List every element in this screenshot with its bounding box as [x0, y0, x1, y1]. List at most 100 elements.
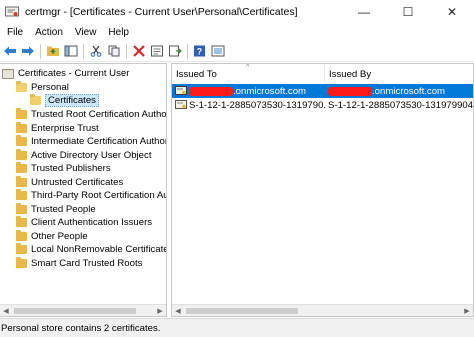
minimize-button[interactable]: —	[342, 0, 386, 24]
properties-icon[interactable]	[149, 43, 165, 59]
status-text: Personal store contains 2 certificates.	[1, 322, 161, 334]
tree-item-store[interactable]: Untrusted Certificates	[16, 175, 124, 190]
folder-icon	[16, 202, 27, 214]
issued-by-cell: S-1-12-1-2885073530-1319799042...	[328, 99, 473, 111]
folder-icon	[16, 162, 27, 174]
tree-item-store[interactable]: Third-Party Root Certification Aut	[16, 189, 167, 203]
folder-icon	[16, 148, 27, 160]
toolbar-separator	[83, 43, 84, 59]
menu-help[interactable]: Help	[102, 27, 135, 38]
column-header-label: Issued By	[329, 69, 372, 80]
redacted-name	[328, 86, 372, 96]
cut-icon[interactable]	[88, 43, 104, 59]
certmgr-app-icon	[5, 6, 19, 18]
certificate-list-pane: Issued To ^ Issued By .onmicrosoft.com .…	[171, 63, 474, 317]
tree-item-label: Smart Card Trusted Roots	[31, 257, 143, 269]
issued-to-cell: .onmicrosoft.com	[233, 85, 307, 97]
tree-pane: Certificates - Current User Personal Cer…	[0, 63, 167, 317]
sort-ascending-icon: ^	[246, 64, 250, 71]
tree-item-label: Local NonRemovable Certificates	[31, 244, 167, 256]
menu-file[interactable]: File	[1, 27, 29, 38]
delete-icon[interactable]	[131, 43, 147, 59]
tree-item-label: Certificates	[45, 94, 99, 108]
up-folder-icon[interactable]	[45, 43, 61, 59]
folder-icon	[16, 243, 27, 255]
folder-icon	[16, 256, 27, 268]
svg-text:?: ?	[197, 47, 203, 57]
tree-item-store[interactable]: Active Directory User Object	[16, 148, 152, 163]
scroll-left-icon[interactable]: ◀	[0, 305, 12, 316]
tree-item-store[interactable]: Smart Card Trusted Roots	[16, 256, 143, 271]
issued-to-cell: S-1-12-1-2885073530-1319790...	[189, 99, 327, 111]
tree-item-label: Client Authentication Issuers	[31, 217, 153, 229]
folder-icon	[16, 108, 27, 120]
folder-icon	[16, 175, 27, 187]
scrollbar-thumb[interactable]	[186, 308, 298, 314]
tree-item-label: Trusted People	[31, 203, 96, 215]
tree-item-label: Active Directory User Object	[31, 149, 152, 161]
toolbar: ?	[0, 41, 474, 62]
certificate-icon	[175, 100, 187, 110]
folder-icon	[16, 189, 27, 201]
export-list-icon[interactable]	[167, 43, 183, 59]
tree-item-store[interactable]: Trusted Root Certification Authori	[16, 108, 167, 122]
tree-item-label: Intermediate Certification Authori	[31, 136, 167, 148]
tree-item-personal[interactable]: Personal	[16, 81, 69, 95]
forward-arrow-icon[interactable]	[20, 43, 36, 59]
maximize-button[interactable]: ☐	[386, 0, 430, 24]
tree-item-label: Other People	[31, 230, 88, 242]
tree-item-label: Enterprise Trust	[31, 122, 99, 134]
help-icon[interactable]: ?	[192, 43, 208, 59]
tree-item-store[interactable]: Intermediate Certification Authori	[16, 135, 167, 149]
certificate-row[interactable]: S-1-12-1-2885073530-1319790... S-1-12-1-…	[172, 98, 473, 112]
status-bar: Personal store contains 2 certificates.	[0, 318, 474, 337]
scroll-right-icon[interactable]: ▶	[461, 305, 473, 316]
tree-item-label: Trusted Root Certification Authori	[31, 109, 167, 121]
list-horizontal-scrollbar[interactable]: ◀ ▶	[172, 304, 473, 316]
certificate-row[interactable]: .onmicrosoft.com .onmicrosoft.com	[172, 84, 473, 98]
certificate-icon	[175, 86, 187, 96]
tree-item-label: Personal	[31, 82, 69, 94]
certificate-store-icon	[2, 68, 14, 79]
column-header-label: Issued To	[176, 69, 217, 80]
tree-root[interactable]: Certificates - Current User	[2, 67, 129, 81]
window-title: certmgr - [Certificates - Current User\P…	[25, 6, 298, 18]
menu-bar: File Action View Help	[0, 24, 474, 41]
copy-icon[interactable]	[106, 43, 122, 59]
back-arrow-icon[interactable]	[2, 43, 18, 59]
toolbar-separator	[40, 43, 41, 59]
folder-icon	[30, 94, 41, 106]
redacted-name	[189, 86, 233, 96]
tree-item-certificates[interactable]: Certificates	[30, 94, 99, 108]
tree-item-store[interactable]: Other People	[16, 229, 88, 244]
tree-item-store[interactable]: Client Authentication Issuers	[16, 216, 152, 230]
scrollbar-thumb[interactable]	[14, 308, 136, 314]
show-hide-tree-icon[interactable]	[63, 43, 79, 59]
open-folder-icon	[16, 81, 27, 93]
tree-item-store[interactable]: Local NonRemovable Certificates	[16, 243, 167, 257]
toolbar-separator	[126, 43, 127, 59]
column-header-issued-by[interactable]: Issued By	[325, 64, 473, 82]
menu-view[interactable]: View	[69, 27, 103, 38]
title-bar: certmgr - [Certificates - Current User\P…	[0, 0, 474, 24]
tree-item-label: Third-Party Root Certification Aut	[31, 190, 167, 202]
scroll-left-icon[interactable]: ◀	[172, 305, 184, 316]
folder-icon	[16, 121, 27, 133]
close-button[interactable]: ✕	[430, 0, 474, 24]
toolbar-separator	[187, 43, 188, 59]
folder-icon	[16, 229, 27, 241]
tree-item-label: Untrusted Certificates	[31, 176, 124, 188]
tree-item-store[interactable]: Enterprise Trust	[16, 121, 99, 136]
folder-icon	[16, 216, 27, 228]
menu-action[interactable]: Action	[29, 27, 69, 38]
tree-item-store[interactable]: Trusted Publishers	[16, 162, 111, 176]
scroll-right-icon[interactable]: ▶	[154, 305, 166, 316]
tree-item-label: Trusted Publishers	[31, 163, 111, 175]
tree-horizontal-scrollbar[interactable]: ◀ ▶	[0, 304, 166, 316]
mmc-view-icon[interactable]	[210, 43, 226, 59]
tree-item-store[interactable]: Trusted People	[16, 202, 96, 217]
tree-root-label: Certificates - Current User	[18, 68, 130, 80]
folder-icon	[16, 135, 27, 147]
column-header-issued-to[interactable]: Issued To ^	[172, 64, 325, 82]
issued-by-cell: .onmicrosoft.com	[372, 85, 446, 97]
